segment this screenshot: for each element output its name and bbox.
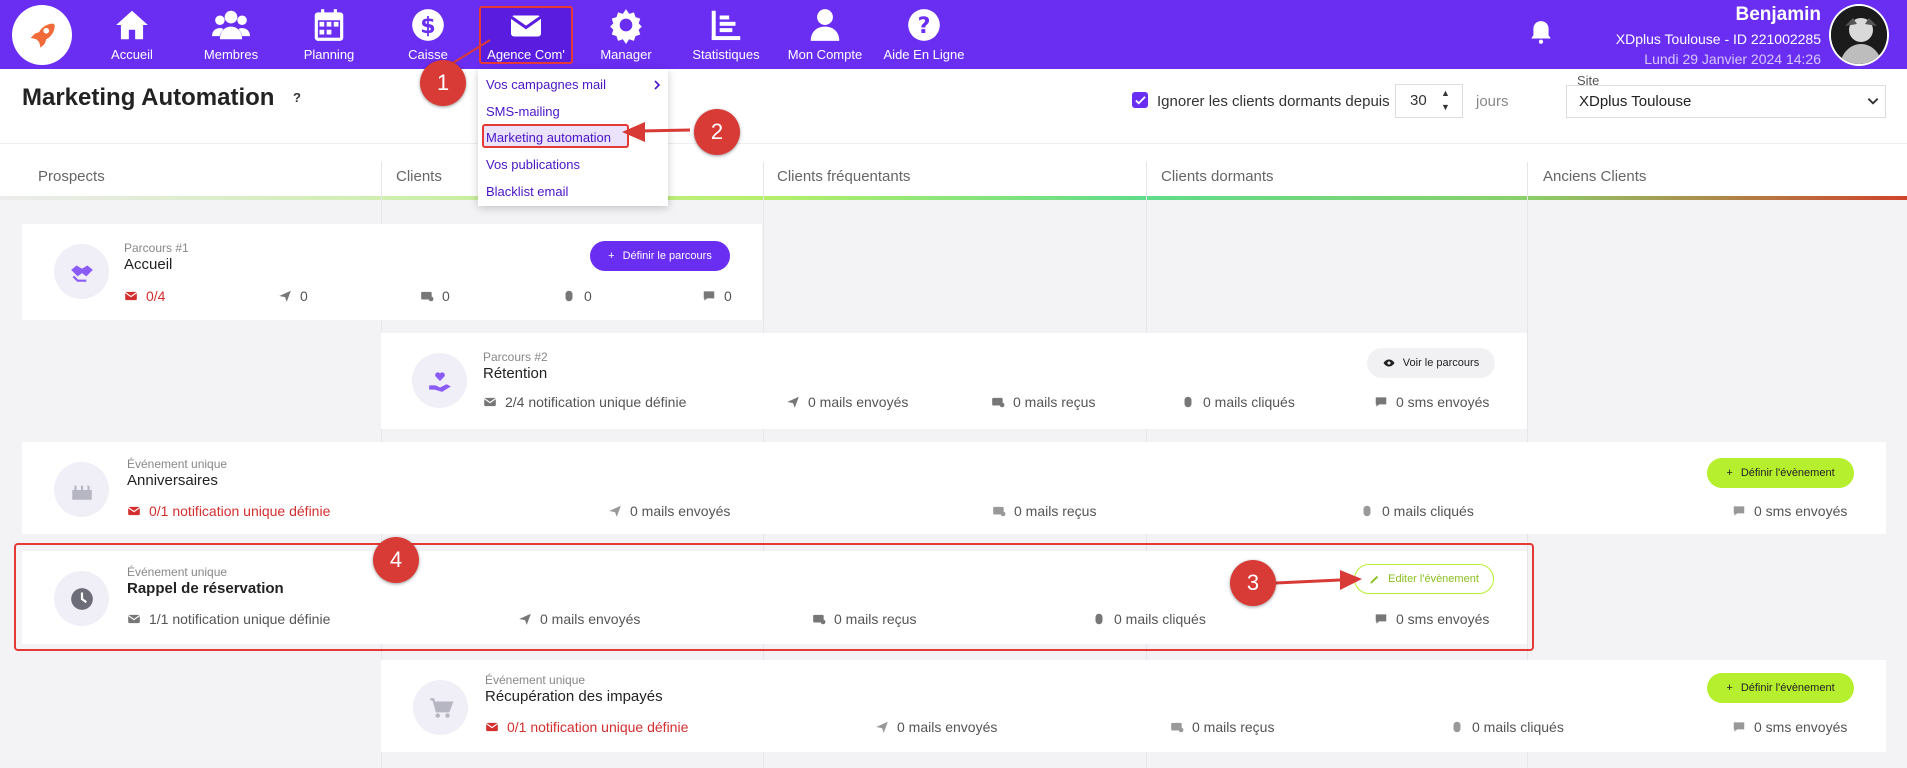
annotation-arrows <box>439 39 1362 590</box>
annotation-marker-3: 3 <box>1230 560 1276 606</box>
highlight-box <box>14 543 1534 651</box>
annotation-marker-1: 1 <box>420 60 466 106</box>
annotation-marker-4: 4 <box>373 537 419 583</box>
annotation-marker-2: 2 <box>694 109 740 155</box>
